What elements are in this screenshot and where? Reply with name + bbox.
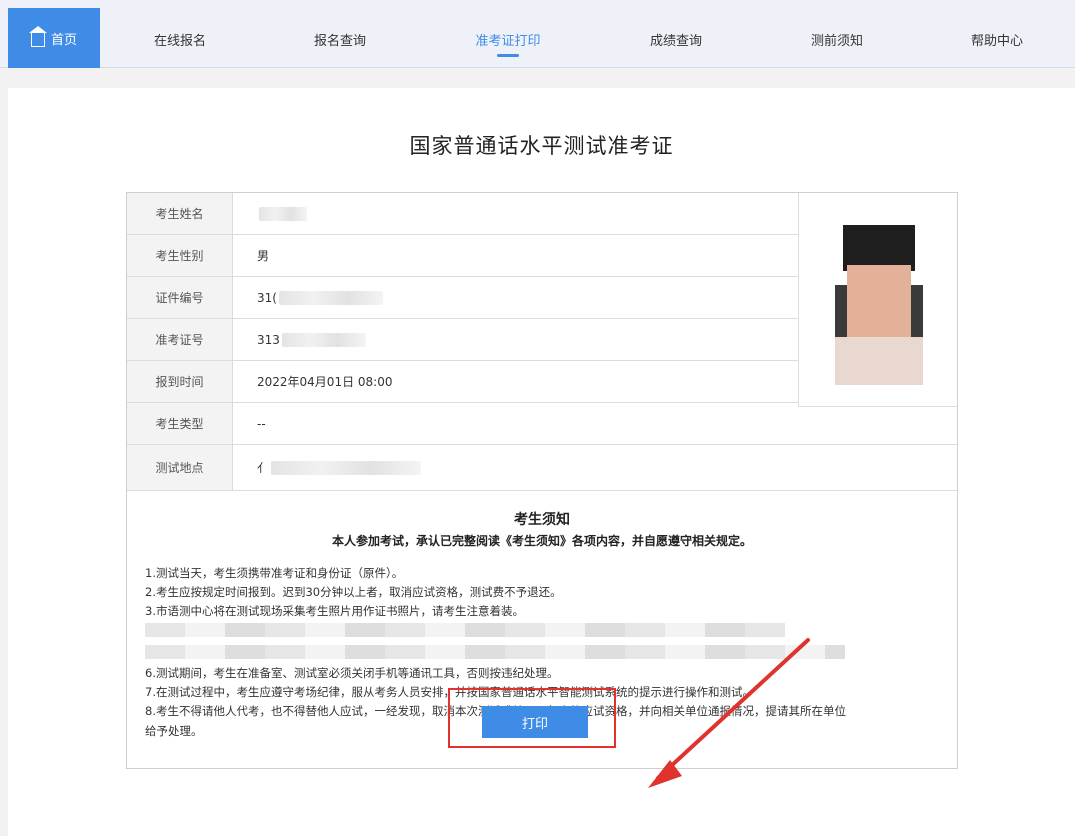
notice-subheading: 本人参加考试，承认已完整阅读《考生须知》各项内容，并自愿遵守相关规定。 (331, 534, 752, 548)
field-value: 31( (257, 277, 383, 318)
redacted-line (145, 645, 845, 659)
notice-line: 6.测试期间，考生在准备室、测试室必须关闭手机等通讯工具，否则按违纪处理。 (145, 666, 559, 680)
page-title: 国家普通话水平测试准考证 (409, 134, 674, 158)
nav-item-help-center[interactable]: 帮助中心 (971, 30, 1023, 49)
field-label: 考生姓名 (127, 193, 233, 234)
field-label: 考生性别 (127, 235, 233, 276)
nav-home-button[interactable]: 首页 (8, 8, 100, 68)
home-icon (28, 26, 47, 47)
table-row: 考生性别 男 (127, 235, 798, 277)
ticket-table: 考生姓名 考生性别 男 证件编号 31( 准考证号 313 报到时间 2022年… (126, 192, 958, 769)
redacted-value (259, 206, 307, 221)
nav-home-label: 首页 (50, 32, 77, 48)
table-row: 测试地点 亻 (127, 445, 957, 491)
notice-line: 1.测试当天，考生须携带准考证和身份证（原件）。 (145, 566, 404, 580)
field-value: 2022年04月01日 08:00 (257, 375, 393, 389)
print-button[interactable]: 打印 (482, 706, 588, 738)
field-value: 亻 (257, 445, 422, 490)
notice-line: 2.考生应按规定时间报到。迟到30分钟以上者，取消应试资格，测试费不予退还。 (145, 585, 562, 599)
field-label: 考生类型 (127, 403, 233, 444)
nav-item-pretest-notice[interactable]: 测前须知 (811, 30, 863, 49)
field-label: 报到时间 (127, 361, 233, 402)
table-row: 报到时间 2022年04月01日 08:00 (127, 361, 798, 403)
table-row: 考生类型 -- (127, 403, 957, 445)
field-value: -- (257, 416, 266, 431)
redacted-value (278, 290, 383, 305)
field-value: 男 (257, 249, 270, 263)
table-row: 准考证号 313 (127, 319, 798, 361)
field-value: 313 (257, 319, 366, 360)
field-label: 证件编号 (127, 277, 233, 318)
field-label: 准考证号 (127, 319, 233, 360)
field-label: 测试地点 (127, 445, 233, 490)
redacted-value (271, 460, 422, 475)
table-row: 考生姓名 (127, 193, 798, 235)
nav-item-score-query[interactable]: 成绩查询 (650, 30, 702, 49)
redacted-value (281, 332, 366, 347)
field-value (257, 193, 307, 234)
nav-item-online-registration[interactable]: 在线报名 (154, 30, 206, 49)
nav-item-admission-ticket-print[interactable]: 准考证打印 (475, 30, 540, 49)
notice-line: 3.市语测中心将在测试现场采集考生照片用作证书照片，请考生注意着装。 (145, 604, 524, 618)
candidate-photo (829, 225, 929, 385)
nav-item-registration-query[interactable]: 报名查询 (314, 30, 366, 49)
notice-line: 给予处理。 (145, 724, 203, 738)
notice-heading: 考生须知 (514, 512, 570, 528)
top-nav: 首页 在线报名 报名查询 准考证打印 成绩查询 测前须知 帮助中心 (0, 0, 1075, 68)
redacted-line (145, 623, 785, 637)
table-row: 证件编号 31( (127, 277, 798, 319)
active-tab-indicator (497, 54, 519, 57)
photo-cell (798, 193, 958, 407)
